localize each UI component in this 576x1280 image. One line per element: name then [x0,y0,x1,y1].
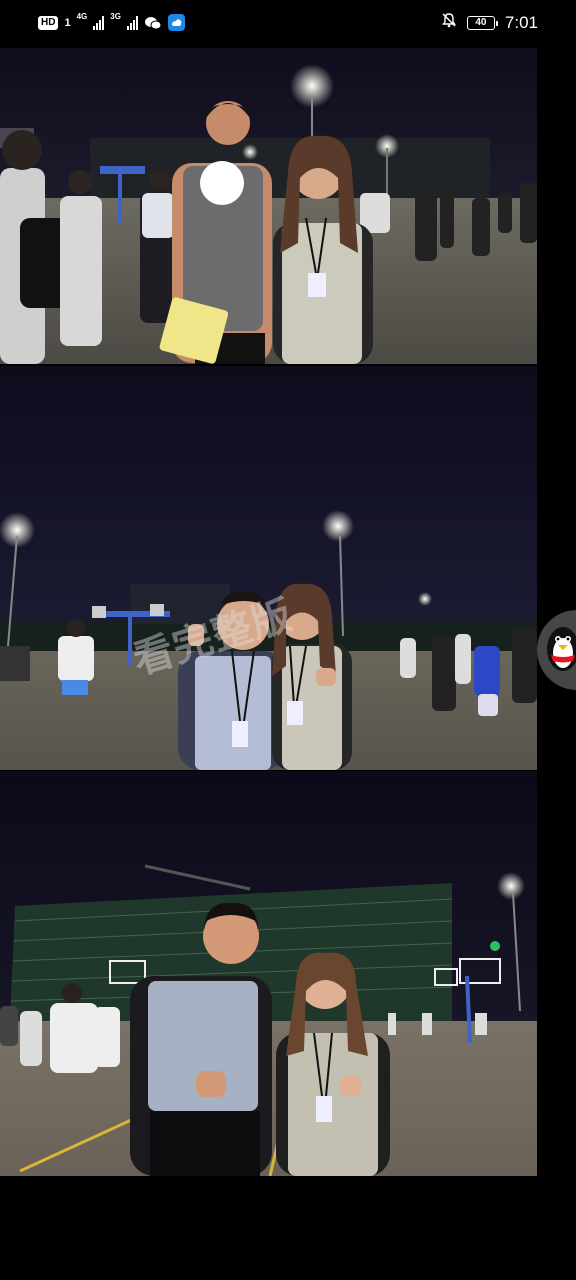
app-icon [167,14,185,31]
clock: 7:01 [504,12,538,32]
battery-indicator: 40 [466,15,498,30]
photo-3[interactable] [0,771,537,1176]
photo-1[interactable] [0,48,537,364]
status-right: 40 7:01 [441,12,538,33]
bell-muted-icon [441,12,457,33]
signal-icon-2 [126,15,138,30]
signal-icon [93,15,105,30]
penguin-icon[interactable] [543,615,576,675]
sim-indicator: 1 [64,16,71,29]
network-type-2: 3G [110,11,121,21]
hd-badge: HD [38,15,59,30]
wechat-icon [144,16,162,30]
status-bar: HD 1 4G 3G 40 7:01 [0,0,576,48]
status-left: HD 1 4G 3G [38,11,185,31]
photo-2[interactable] [0,366,537,770]
network-type-1: 4G [76,11,88,21]
